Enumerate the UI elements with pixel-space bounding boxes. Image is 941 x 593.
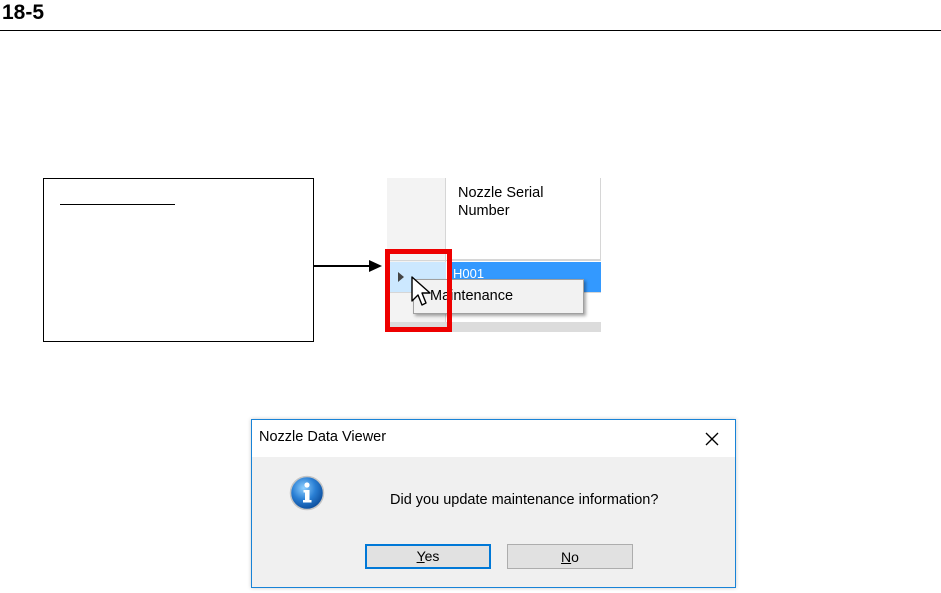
- callout-underline: [60, 204, 175, 205]
- page-number: 18-5: [2, 1, 45, 24]
- yes-button[interactable]: Yes: [365, 544, 491, 569]
- yes-label-rest: es: [424, 548, 440, 564]
- dialog-title: Nozzle Data Viewer: [259, 429, 387, 445]
- confirm-dialog: Nozzle Data Viewer Did you update mainte…: [251, 419, 736, 588]
- no-mnemonic: N: [561, 548, 572, 565]
- callout-box: [43, 178, 314, 342]
- close-icon[interactable]: [699, 426, 725, 452]
- no-label-rest: o: [571, 548, 579, 565]
- highlight-box: [385, 249, 452, 332]
- callout-arrow-head: [369, 260, 382, 272]
- dialog-title-bar: Nozzle Data Viewer: [252, 420, 735, 457]
- yes-mnemonic: Y: [416, 548, 425, 564]
- info-icon: [289, 475, 325, 511]
- column-header-label: Nozzle Serial Number: [458, 185, 544, 219]
- dialog-message: Did you update maintenance information?: [390, 492, 659, 508]
- callout-arrow-line: [314, 265, 372, 267]
- page-header: 18-5: [0, 0, 941, 31]
- no-button[interactable]: No: [507, 544, 633, 569]
- dialog-body: Did you update maintenance information? …: [252, 457, 735, 587]
